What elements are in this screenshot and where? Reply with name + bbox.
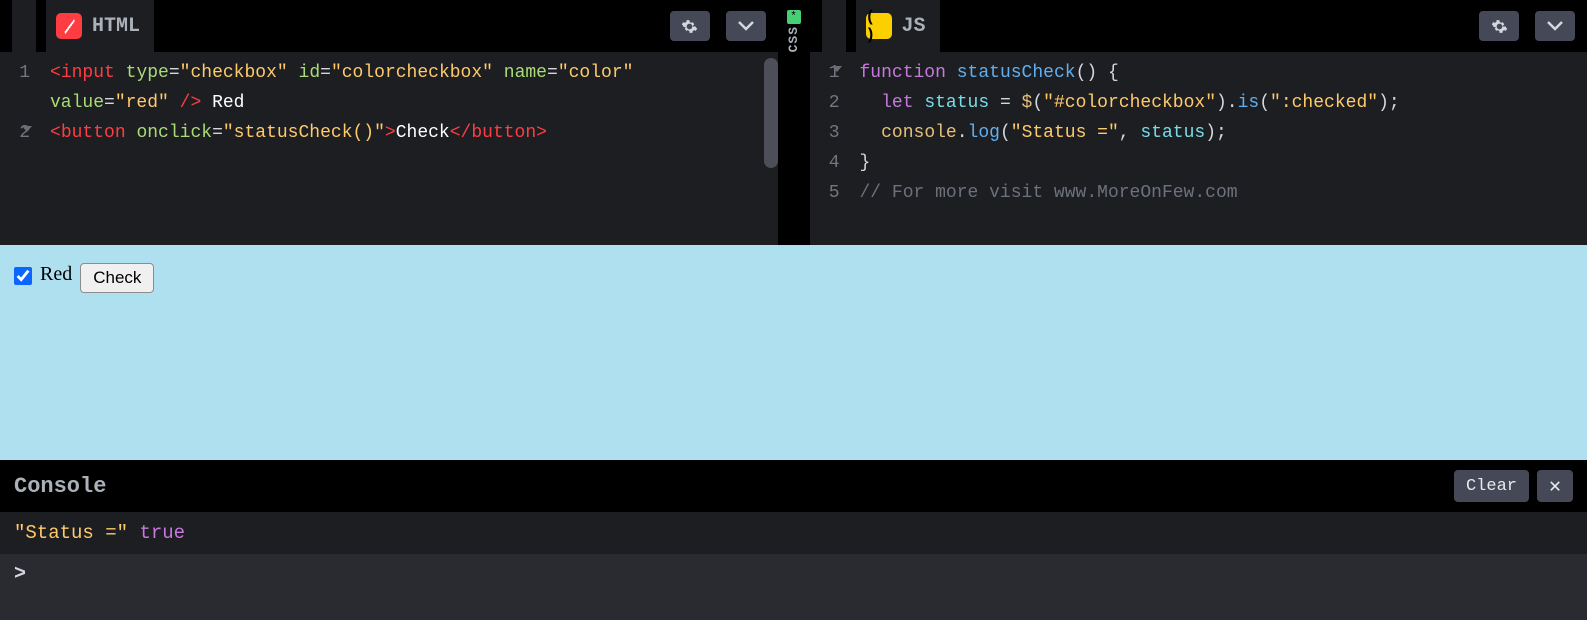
check-button[interactable]: Check [80,263,154,293]
js-editor[interactable]: 12345 function statusCheck() { let statu… [810,52,1587,245]
html-settings-button[interactable] [670,11,710,41]
html-icon [56,13,82,39]
console-input[interactable]: > [0,555,1587,620]
chevron-down-icon [738,21,754,31]
html-panel: HTML 12 <input type="checkbox" id="color… [0,0,779,245]
gear-icon [1491,18,1508,35]
css-panel-collapsed[interactable]: * CSS [779,0,809,245]
console-output-value: true [139,522,185,544]
js-panel-title: JS [902,15,926,38]
js-panel: ( ) JS 12345 function statusCheck() { le… [809,0,1587,245]
js-collapse-button[interactable] [1535,11,1575,41]
checkbox-label: Red [40,263,72,286]
preview-pane: Red Check [0,245,1587,460]
console-panel: Console Clear ✕ "Status =" true > [0,460,1587,620]
editors-row: HTML 12 <input type="checkbox" id="color… [0,0,1587,245]
html-panel-title: HTML [92,15,140,38]
console-output: "Status =" true [0,512,1587,555]
js-settings-button[interactable] [1479,11,1519,41]
js-icon: ( ) [866,13,892,39]
console-close-button[interactable]: ✕ [1537,470,1573,502]
unsaved-indicator-icon: * [787,10,801,24]
console-title: Console [14,474,106,499]
console-header: Console Clear ✕ [0,460,1587,512]
console-output-string: "Status =" [14,522,128,544]
console-clear-button[interactable]: Clear [1454,470,1529,502]
gear-icon [681,18,698,35]
workspace: HTML 12 <input type="checkbox" id="color… [0,0,1587,620]
html-editor[interactable]: 12 <input type="checkbox" id="colorcheck… [0,52,778,245]
html-collapse-button[interactable] [726,11,766,41]
css-panel-title: CSS [786,26,801,52]
color-checkbox[interactable] [14,267,32,285]
html-panel-header: HTML [0,0,778,52]
js-panel-header: ( ) JS [810,0,1587,52]
chevron-down-icon [1547,21,1563,31]
scrollbar[interactable] [764,58,778,168]
